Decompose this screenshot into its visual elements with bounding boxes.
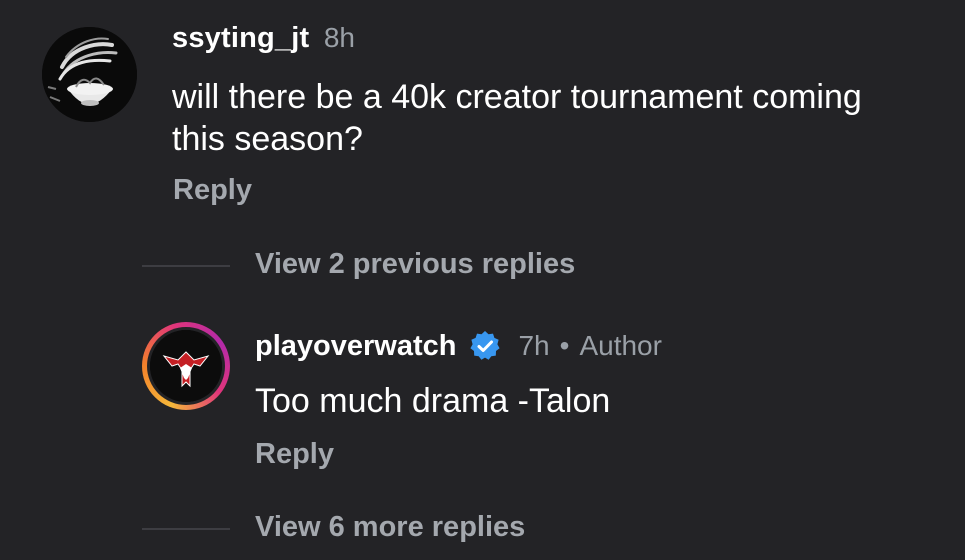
reply-button[interactable]: Reply (255, 438, 334, 471)
talon-logo-icon (150, 330, 222, 402)
avatar-image (150, 330, 222, 402)
avatar[interactable] (142, 322, 230, 410)
avatar[interactable] (42, 27, 137, 122)
author-label: Author (579, 330, 662, 361)
comment-text: will there be a 40k creator tournament c… (172, 78, 862, 158)
comment-header: ssyting_jt 8h (172, 22, 355, 62)
thread-line-divider (142, 265, 230, 267)
username[interactable]: playoverwatch (255, 330, 456, 363)
timestamp: 7h (518, 330, 550, 361)
username[interactable]: ssyting_jt (172, 22, 309, 54)
skull-noodles-avatar-icon (42, 27, 137, 122)
reply-header: playoverwatch 7h • Author (255, 326, 662, 366)
comments-thread: ssyting_jt 8h will there be a 40k creato… (0, 0, 965, 560)
separator-dot: • (559, 330, 570, 361)
verified-badge-icon (468, 329, 502, 363)
view-more-replies-row: View 6 more replies (0, 507, 965, 551)
view-previous-replies-button[interactable]: View 2 previous replies (255, 248, 575, 281)
avatar-ring-gap (147, 327, 225, 405)
timestamp: 8h (323, 22, 355, 53)
view-more-replies-button[interactable]: View 6 more replies (255, 511, 525, 544)
view-previous-replies-row: View 2 previous replies (0, 244, 965, 288)
reply-button[interactable]: Reply (173, 174, 252, 207)
comment: ssyting_jt 8h will there be a 40k creato… (0, 0, 965, 230)
reply-text: Too much drama -Talon (255, 382, 611, 420)
thread-line-divider (142, 528, 230, 530)
